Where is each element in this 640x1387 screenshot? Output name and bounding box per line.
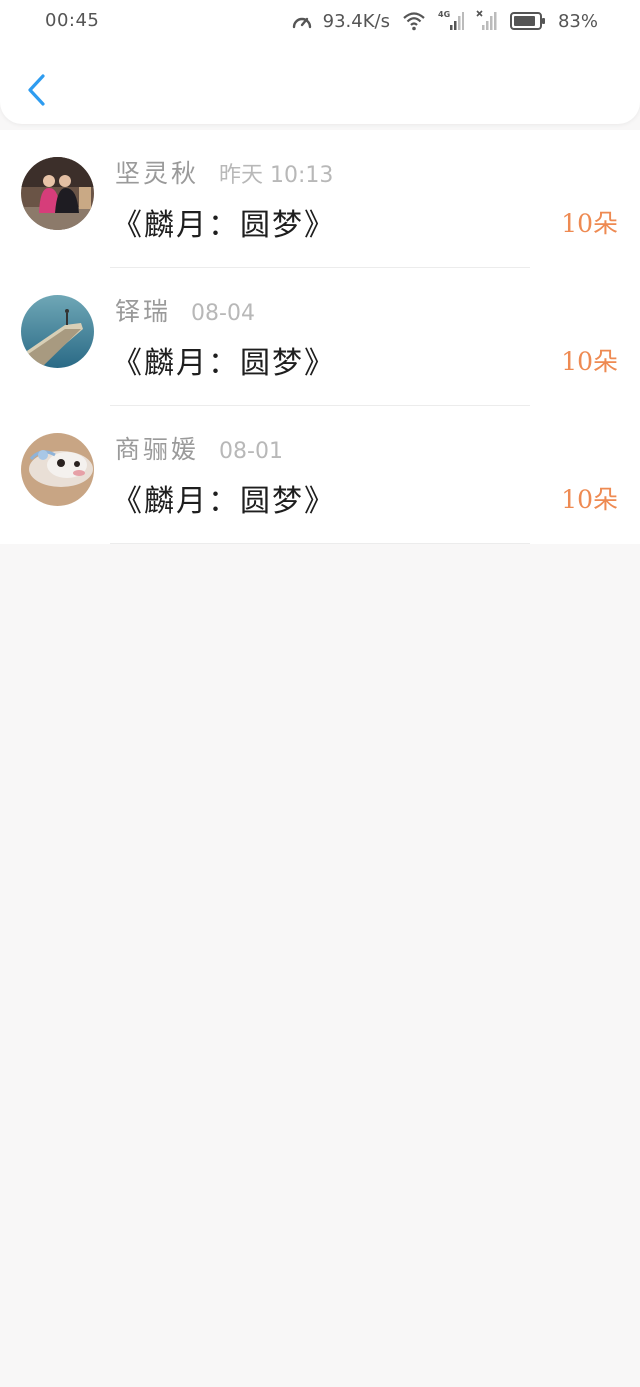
- gift-list: 坚灵秋 昨天 10:13 《麟月：圆梦》 10朵 铎瑞 08-04 《麟月：圆梦…: [0, 130, 640, 544]
- avatar[interactable]: [21, 295, 94, 368]
- divider: [110, 543, 530, 544]
- status-bar: 00:45 93.4K/s 4G 83%: [0, 0, 640, 44]
- work-title: 《麟月：圆梦》: [112, 208, 336, 243]
- battery-percent: 83%: [557, 10, 598, 32]
- speedometer-icon: [291, 11, 313, 31]
- sent-time: 08-01: [219, 439, 283, 464]
- battery-icon: [509, 11, 546, 31]
- network-type-label: 4G: [438, 10, 450, 19]
- list-item[interactable]: 商骊媛 08-01 《麟月：圆梦》 10朵: [0, 406, 640, 544]
- wifi-icon: [402, 11, 426, 31]
- signal-4g-icon: 4G: [438, 10, 464, 32]
- list-item[interactable]: 坚灵秋 昨天 10:13 《麟月：圆梦》 10朵: [0, 130, 640, 268]
- status-time: 00:45: [45, 10, 100, 31]
- flower-count: 10朵: [561, 347, 618, 376]
- list-item[interactable]: 铎瑞 08-04 《麟月：圆梦》 10朵: [0, 268, 640, 406]
- work-title: 《麟月：圆梦》: [112, 484, 336, 519]
- sender-name: 坚灵秋: [115, 159, 200, 188]
- back-button[interactable]: [16, 70, 56, 110]
- avatar[interactable]: [21, 157, 94, 230]
- sent-time: 昨天 10:13: [219, 163, 334, 188]
- work-title: 《麟月：圆梦》: [112, 346, 336, 381]
- signal-x-icon: [476, 10, 498, 32]
- flower-count: 10朵: [561, 485, 618, 514]
- sent-time: 08-04: [191, 301, 255, 326]
- network-speed: 93.4K/s: [322, 10, 390, 32]
- avatar[interactable]: [21, 433, 94, 506]
- chevron-left-icon: [28, 74, 45, 106]
- sender-name: 铎瑞: [115, 297, 172, 326]
- flower-count: 10朵: [561, 209, 618, 238]
- sender-name: 商骊媛: [115, 435, 200, 464]
